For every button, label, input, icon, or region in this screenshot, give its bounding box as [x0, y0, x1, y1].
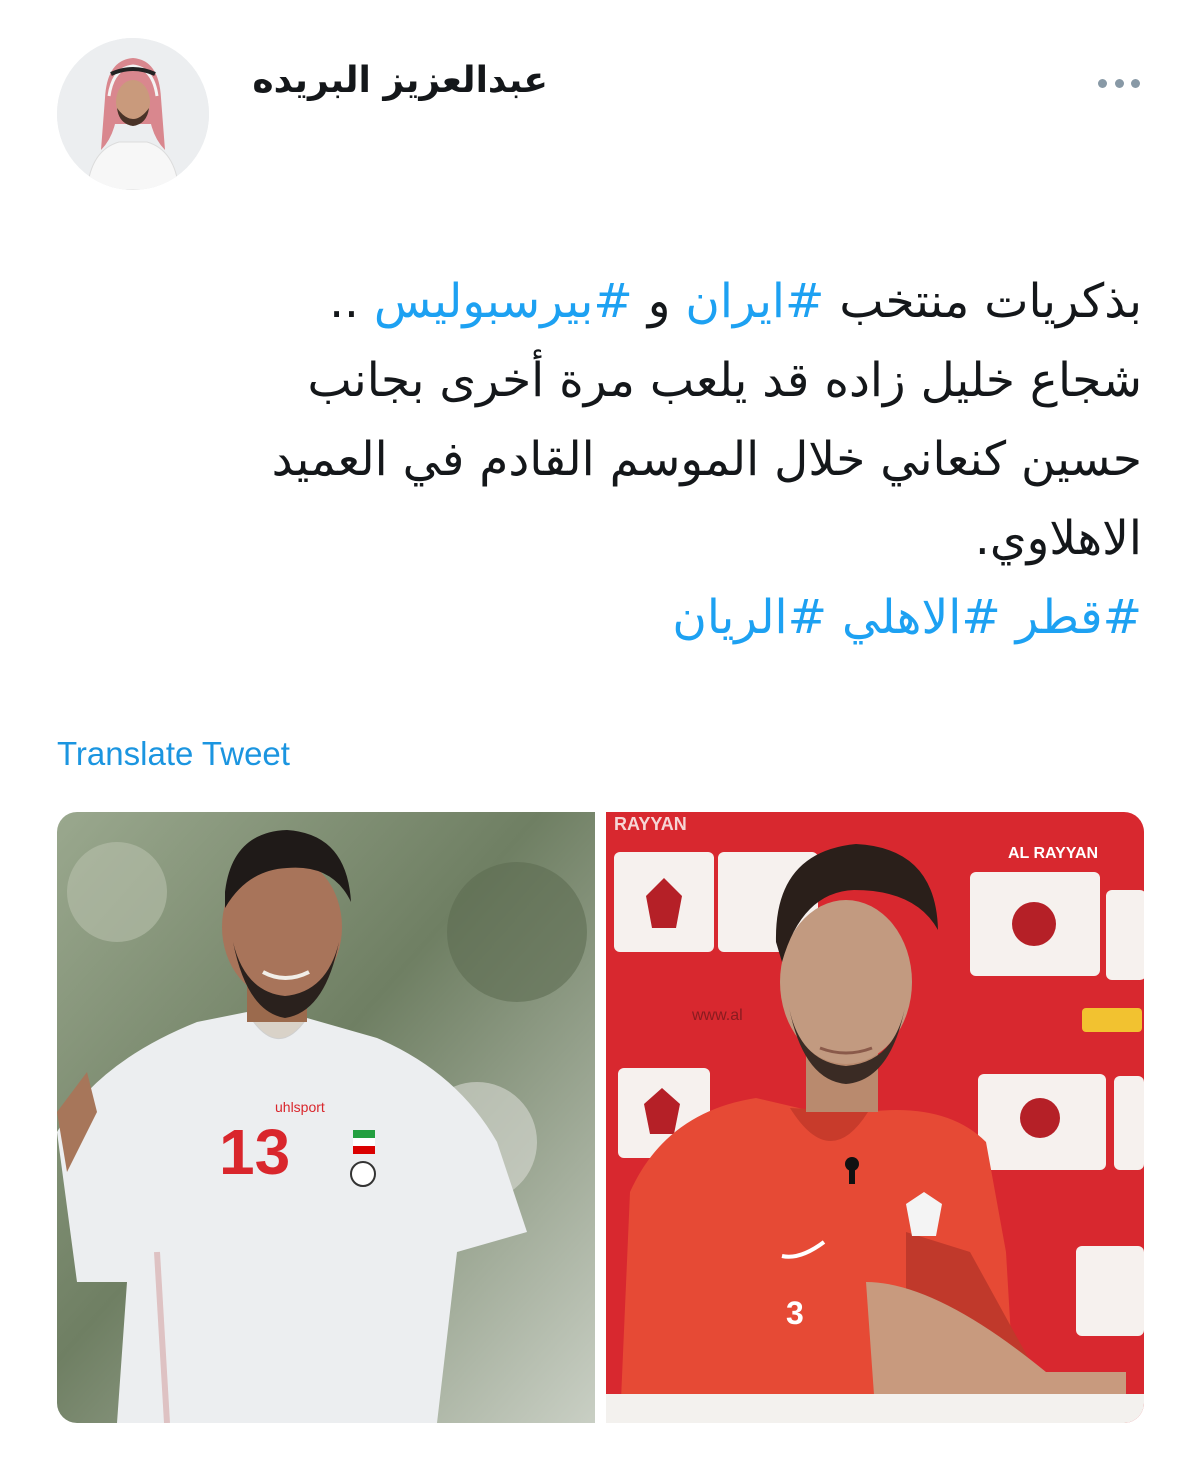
author-avatar[interactable] — [57, 38, 209, 190]
more-dot — [1098, 78, 1107, 88]
more-dot — [1114, 78, 1124, 88]
hashtag-iran[interactable]: #ايران — [685, 274, 824, 329]
iran-jersey-number: 13 — [219, 1116, 290, 1188]
hashtag-persepolis[interactable]: #بيرسبوليس — [374, 274, 633, 329]
author-display-name[interactable]: عبدالعزيز البريده — [252, 60, 548, 101]
tweet-line-3: حسين كنعاني خلال الموسم القادم في العميد — [271, 432, 1142, 487]
translate-tweet-link[interactable]: Translate Tweet — [57, 735, 290, 773]
tweet-line-4: الاهلاوي. — [974, 511, 1142, 566]
hashtag-qatar[interactable]: #قطر — [1016, 590, 1142, 645]
banner-top-text: RAYYAN — [614, 814, 687, 834]
tweet-text-segment: .. — [329, 274, 374, 329]
tweet-text: بذكريات منتخب #ايران و #بيرسبوليس .. شجا… — [102, 262, 1142, 657]
tweet-hashtags-line: #قطر #الاهلي #الريان — [102, 578, 1142, 657]
more-horizontal-icon[interactable] — [1098, 68, 1140, 98]
jersey-brand-text: uhlsport — [275, 1099, 325, 1115]
tweet-line-2: شجاع خليل زاده قد يلعب مرة أخرى بجانب — [307, 353, 1142, 408]
tweet-text-segment: و — [632, 274, 686, 329]
more-dot — [1131, 78, 1140, 88]
banner-web-text: www.al — [691, 1007, 743, 1024]
hashtag-alrayyan[interactable]: #الريان — [672, 590, 827, 645]
tweet-line-1: بذكريات منتخب #ايران و #بيرسبوليس .. — [102, 262, 1142, 341]
banner-al-rayyan-text: AL RAYYAN — [1008, 845, 1098, 862]
tweet-media-grid: 13 uhlsport RAYYAN AL RAYYAN www.al 3 — [57, 812, 1144, 1423]
media-photo-alrayyan-player[interactable]: RAYYAN AL RAYYAN www.al 3 — [606, 812, 1144, 1423]
media-photo-iran-player[interactable]: 13 uhlsport — [57, 812, 595, 1423]
tweet-text-segment: بذكريات منتخب — [824, 274, 1142, 329]
hashtag-alahli[interactable]: #الاهلي — [842, 590, 1001, 645]
alrayyan-jersey-number: 3 — [786, 1295, 804, 1331]
